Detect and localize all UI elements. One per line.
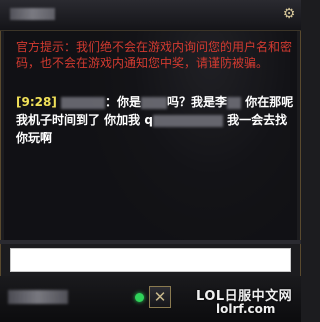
online-status-icon	[135, 293, 144, 302]
chat-input[interactable]	[10, 248, 291, 272]
chat-message: [9:28] ：你是 吗？我是李 你在那呢 我机子时间到了 你加我 q 我一会去找…	[16, 93, 294, 147]
panel-divider	[0, 240, 301, 244]
redacted-qq-number	[152, 114, 223, 127]
message-segment: 吗？我是李	[167, 95, 228, 109]
gear-icon[interactable]: ⚙	[281, 6, 297, 22]
close-button[interactable]: ✕	[149, 286, 171, 308]
chat-header: ⚙	[0, 0, 301, 31]
conversation-name-blurred	[10, 8, 55, 20]
player-name-blurred	[8, 290, 68, 304]
redacted-text	[141, 96, 168, 109]
message-segment: ：你是	[105, 95, 142, 109]
system-message: 官方提示：我们绝不会在游戏内询问您的用户名和密码，也不会在游戏内通知您中奖，请谨…	[16, 40, 293, 70]
redacted-text	[227, 96, 242, 109]
sender-name-blurred	[61, 96, 106, 109]
message-timestamp: [9:28]	[16, 95, 57, 109]
watermark-url: lolrf.com	[216, 302, 276, 316]
